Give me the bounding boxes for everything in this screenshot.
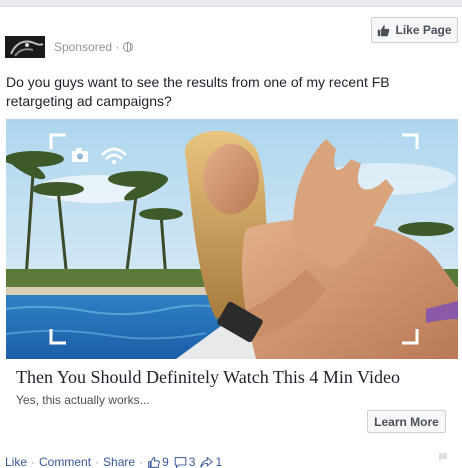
- flag-icon[interactable]: [438, 452, 448, 464]
- shares-number: 1: [215, 455, 223, 468]
- sponsored-label: Sponsored ·: [54, 40, 120, 54]
- share-arrow-icon: [200, 456, 214, 468]
- comments-count[interactable]: 3: [174, 455, 196, 468]
- separator: ·: [31, 455, 36, 468]
- comment-link[interactable]: Comment: [39, 455, 91, 468]
- post-text: Do you guys want to see the results from…: [6, 74, 390, 109]
- thumbs-up-icon: [148, 456, 160, 468]
- thumbs-up-icon: [378, 24, 390, 36]
- post-actions: Like · Comment · Share · 9 3 1: [5, 455, 227, 468]
- like-link[interactable]: Like: [5, 455, 27, 468]
- learn-more-button[interactable]: Learn More: [367, 410, 446, 433]
- separator: ·: [95, 455, 100, 468]
- like-page-label: Like Page: [395, 23, 452, 37]
- like-page-button[interactable]: Like Page: [371, 17, 458, 43]
- page-avatar[interactable]: [5, 36, 45, 58]
- post-header: Sponsored ·: [5, 35, 134, 59]
- separator: ·: [139, 455, 144, 468]
- globe-icon: [123, 42, 134, 52]
- comment-bubble-icon: [174, 456, 187, 468]
- comments-number: 3: [188, 455, 196, 468]
- likes-number: 9: [162, 455, 169, 468]
- sponsored-meta: Sponsored ·: [54, 40, 134, 54]
- share-link[interactable]: Share: [103, 455, 135, 468]
- shares-count[interactable]: 1: [200, 455, 222, 468]
- link-headline[interactable]: Then You Should Definitely Watch This 4 …: [16, 367, 400, 388]
- likes-count[interactable]: 9: [147, 455, 169, 468]
- link-description: Yes, this actually works...: [16, 393, 150, 407]
- sponsored-post-card: Like Page Sponsored · Do you guys want t…: [0, 6, 462, 468]
- video-thumbnail[interactable]: [6, 119, 458, 359]
